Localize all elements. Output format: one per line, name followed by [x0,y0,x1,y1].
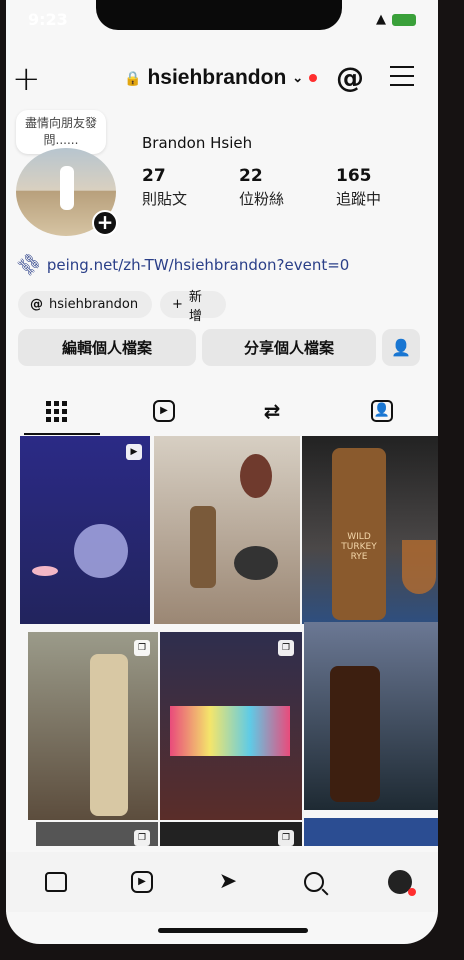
post-thumbnail-row3-3[interactable] [304,818,438,846]
threads-icon[interactable]: @ [336,63,364,93]
post-thumbnail-row3-2[interactable]: ❐ [160,822,302,846]
carousel-badge-icon: ❐ [134,640,150,656]
wifi-icon: ▲ [376,12,386,27]
repost-icon: ⇄ [263,399,281,423]
carousel-badge-icon: ❐ [134,830,150,846]
threads-chip[interactable]: @ hsiehbrandon [18,291,152,318]
threads-icon: @ [30,297,43,312]
tagged-icon: 👤 [371,400,393,422]
stat-value: 165 [336,166,372,186]
profile-tabs: ▶ ⇄ 👤 [6,388,438,436]
status-time: 9:23 [28,10,68,29]
active-tab-underline [24,433,100,435]
post-thumbnail-jellyfish-art[interactable]: ▶ [20,436,150,624]
post-thumbnail-whisky-bottle[interactable]: ❐ [28,632,158,820]
fish-shape [32,566,58,576]
lock-icon: 🔒 [124,69,142,86]
nav-messages[interactable]: ➤ [208,866,248,898]
grid-icon [45,400,67,422]
nav-reels[interactable]: ▶ [122,866,162,898]
post-thumbnail-plant-bottle[interactable] [154,436,300,624]
pot-shape [234,546,278,580]
post-thumbnail-wild-turkey[interactable]: WILD TURKEY RYE [302,436,438,624]
post-thumbnail-sunset-bottle[interactable] [304,622,438,810]
bio-link-text: peing.net/zh-TW/hsiehbrandon?event=0 [46,255,350,274]
nav-profile[interactable] [380,866,420,898]
display-name: Brandon Hsieh [142,134,253,152]
stat-posts[interactable]: 27 則貼文 [142,166,187,209]
stage-lights [170,706,290,756]
discover-people-button[interactable]: 👤 [382,329,420,366]
stat-value: 22 [239,166,263,186]
profile-icon [388,870,416,896]
bio-link[interactable]: ⛓ peing.net/zh-TW/hsiehbrandon?event=0 [14,249,350,280]
posts-grid: ▶ WILD TURKEY RYE ❐ ❐ ❐ ❐ [18,436,438,846]
account-switcher[interactable]: 🔒 hsiehbrandon ⌄ [124,66,318,90]
status-icons: ▲ [376,12,416,27]
reel-badge-icon: ▶ [126,444,142,460]
tab-posts[interactable] [6,388,106,434]
carousel-badge-icon: ❐ [278,640,294,656]
bottle-shape [330,666,380,802]
carousel-badge-icon: ❐ [278,830,294,846]
home-icon [45,872,67,892]
reels-icon: ▶ [131,871,153,893]
search-icon [304,872,324,892]
avatar-person-image [60,166,74,210]
notification-dot [309,74,318,82]
tab-tagged[interactable]: 👤 [332,388,432,434]
reels-icon: ▶ [153,400,175,422]
add-chip[interactable]: + 新增 [160,290,226,324]
add-story-button[interactable]: + [92,210,118,236]
post-thumbnail-stage[interactable]: ❐ [160,632,302,820]
stat-label: 追蹤中 [336,190,382,208]
jellyfish-shape [74,524,128,578]
tab-reels[interactable]: ▶ [114,388,214,434]
plus-icon[interactable]: + [12,62,41,96]
notification-dot [408,888,416,896]
bottle-shape [190,506,216,588]
send-icon: ➤ [218,869,238,894]
share-profile-button[interactable]: 分享個人檔案 [202,329,376,366]
username: hsiehbrandon [147,66,287,89]
plus-icon: + [172,297,183,312]
threads-chip-label: hsiehbrandon [49,297,139,312]
stat-followers[interactable]: 22 位粉絲 [239,166,284,209]
phone-screen: 9:23 ▲ + 🔒 hsiehbrandon ⌄ @ 盡情向朋友發問.....… [6,0,438,944]
stat-label: 位粉絲 [239,190,285,208]
stat-label: 則貼文 [142,190,188,208]
stat-value: 27 [142,166,166,186]
nav-home[interactable] [36,866,76,898]
nav-search[interactable] [294,866,334,898]
post-thumbnail-row3-1[interactable]: ❐ [36,822,158,846]
bottle-shape [90,654,128,816]
notch [96,0,342,30]
edit-profile-button[interactable]: 編輯個人檔案 [18,329,196,366]
menu-icon[interactable] [390,66,414,93]
battery-icon [392,13,416,26]
bottom-navigation: ▶ ➤ [6,852,438,912]
chevron-down-icon: ⌄ [292,70,304,85]
add-chip-label: 新增 [188,289,202,324]
tab-reposts[interactable]: ⇄ [222,388,322,434]
plant-leaves [240,454,272,498]
add-person-icon: 👤 [391,338,411,357]
link-icon: ⛓ [13,248,45,281]
bottle-label: WILD TURKEY RYE [341,532,377,562]
glass-shape [402,540,436,594]
profile-header: + 🔒 hsiehbrandon ⌄ @ [6,60,438,100]
stat-following[interactable]: 165 追蹤中 [336,166,381,209]
home-indicator [158,928,308,933]
